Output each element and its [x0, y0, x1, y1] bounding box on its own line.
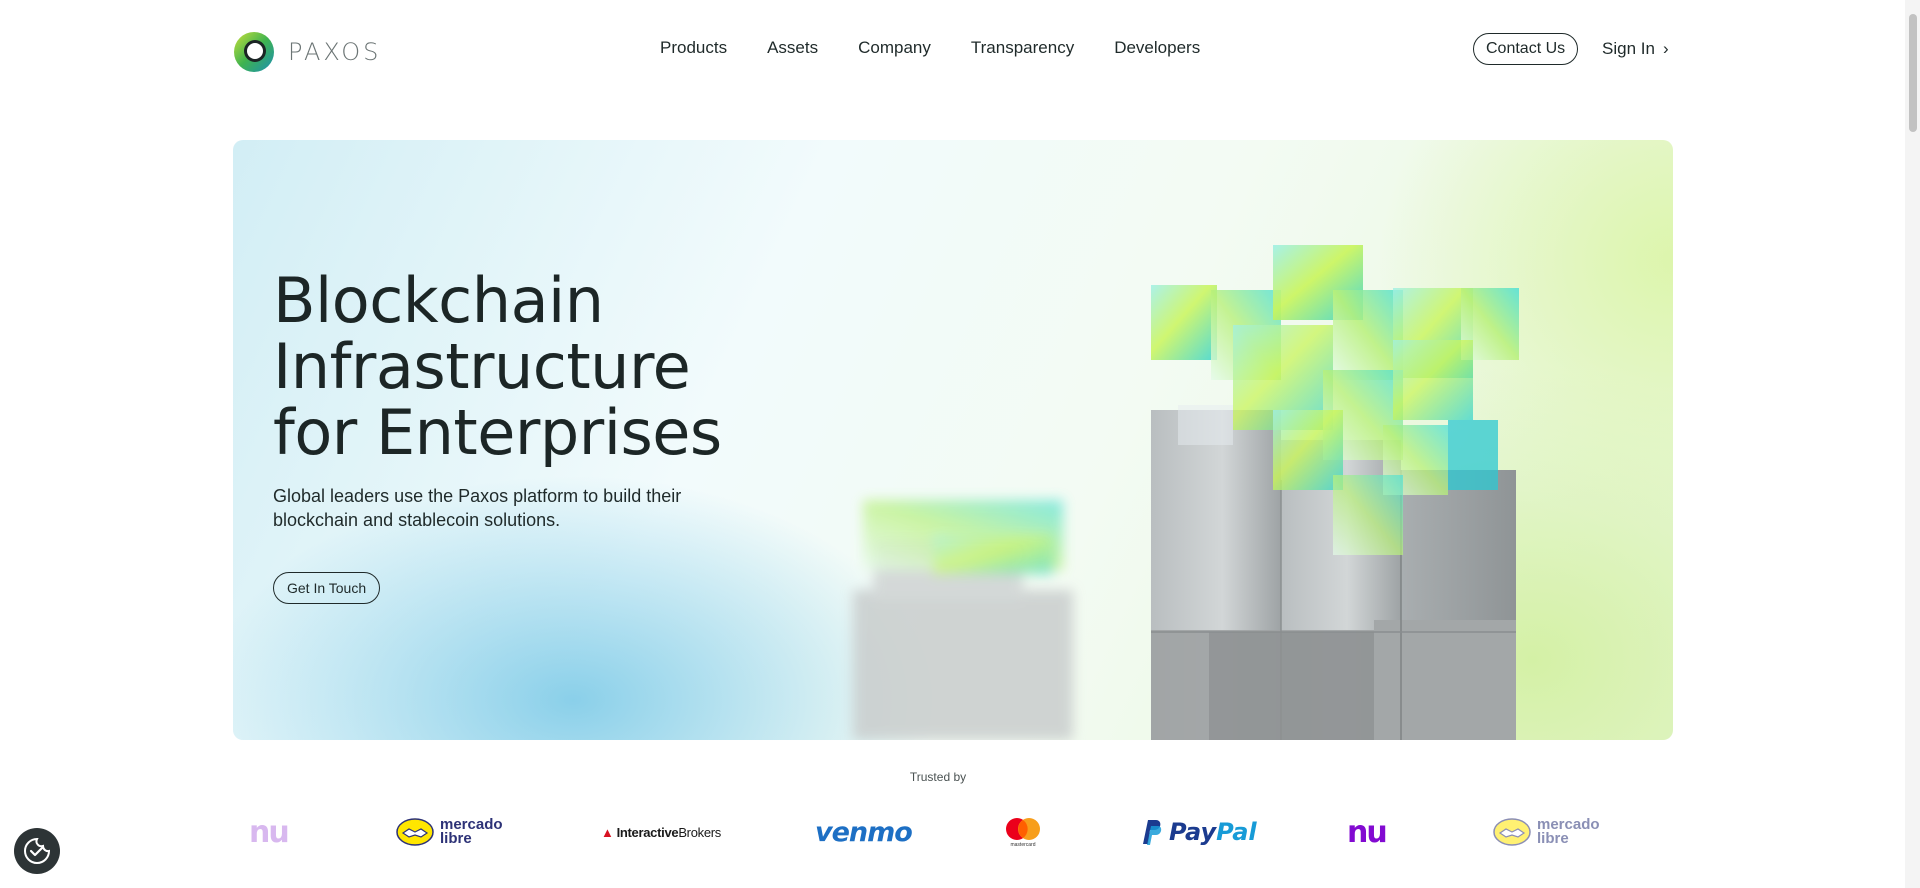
sign-in-link[interactable]: Sign In ›: [1602, 39, 1669, 59]
hero-subtitle: Global leaders use the Paxos platform to…: [273, 486, 682, 530]
hero-banner: Blockchain Infrastructure for Enterprise…: [233, 140, 1673, 740]
sign-in-label: Sign In: [1602, 39, 1655, 58]
ib-flame-icon: ▲: [601, 824, 614, 840]
hero-title-line-2: Infrastructure: [273, 330, 691, 403]
nu-logo: nu: [1347, 814, 1388, 850]
cookie-settings-button[interactable]: [14, 828, 60, 874]
trusted-by-heading: Trusted by: [909, 770, 967, 784]
handshake-icon: [396, 818, 434, 846]
mercado-libre-logo: mercado libre: [396, 812, 503, 852]
handshake-icon: [1493, 818, 1531, 846]
paypal-p-icon: [1143, 820, 1162, 845]
nav-transparency[interactable]: Transparency: [971, 38, 1074, 58]
hero-title-line-1: Blockchain: [273, 264, 604, 337]
nav-products[interactable]: Products: [660, 38, 727, 58]
nu-logo: nu: [249, 814, 290, 850]
nav-assets[interactable]: Assets: [767, 38, 818, 58]
get-in-touch-button[interactable]: Get In Touch: [273, 572, 381, 604]
hero-title: Blockchain Infrastructure for Enterprise…: [273, 268, 833, 466]
paypal-pal-text: Pal: [1216, 818, 1257, 846]
contact-us-button[interactable]: Contact Us: [1473, 33, 1579, 65]
nav-developers[interactable]: Developers: [1114, 38, 1200, 58]
brand-name: PAXOS: [288, 38, 382, 66]
ib-interactive-text: Interactive: [616, 824, 679, 840]
interactive-brokers-logo: ▲ Interactive Brokers: [601, 812, 721, 852]
paxos-ring-logo-icon: [232, 30, 276, 74]
hero-title-line-3: for Enterprises: [273, 396, 722, 469]
mastercard-text: mastercard: [1010, 841, 1036, 848]
nav-company[interactable]: Company: [858, 38, 931, 58]
cookie-settings-icon: [24, 837, 51, 864]
page-scrollbar[interactable]: [1905, 0, 1920, 888]
venmo-logo: venmo: [815, 816, 913, 848]
chevron-right-icon: ›: [1662, 39, 1669, 58]
scrollbar-thumb[interactable]: [1909, 14, 1917, 132]
mastercard-logo: mastercard: [1004, 812, 1042, 852]
libre-text: libre: [1537, 830, 1569, 847]
mastercard-circles-icon: [1006, 817, 1040, 840]
mercado-libre-logo: mercado libre: [1493, 812, 1600, 852]
ib-brokers-text: Brokers: [678, 824, 722, 840]
libre-text: libre: [440, 830, 472, 847]
paypal-logo: PayPal: [1139, 812, 1257, 852]
main-nav: Products Assets Company Transparency Dev…: [660, 38, 1200, 58]
paxos-logo[interactable]: PAXOS: [232, 30, 381, 74]
partner-logos-strip: nu mercado libre ▲ Interactive Brokers v…: [233, 812, 1673, 852]
paypal-pay-text: Pay: [1169, 818, 1217, 846]
